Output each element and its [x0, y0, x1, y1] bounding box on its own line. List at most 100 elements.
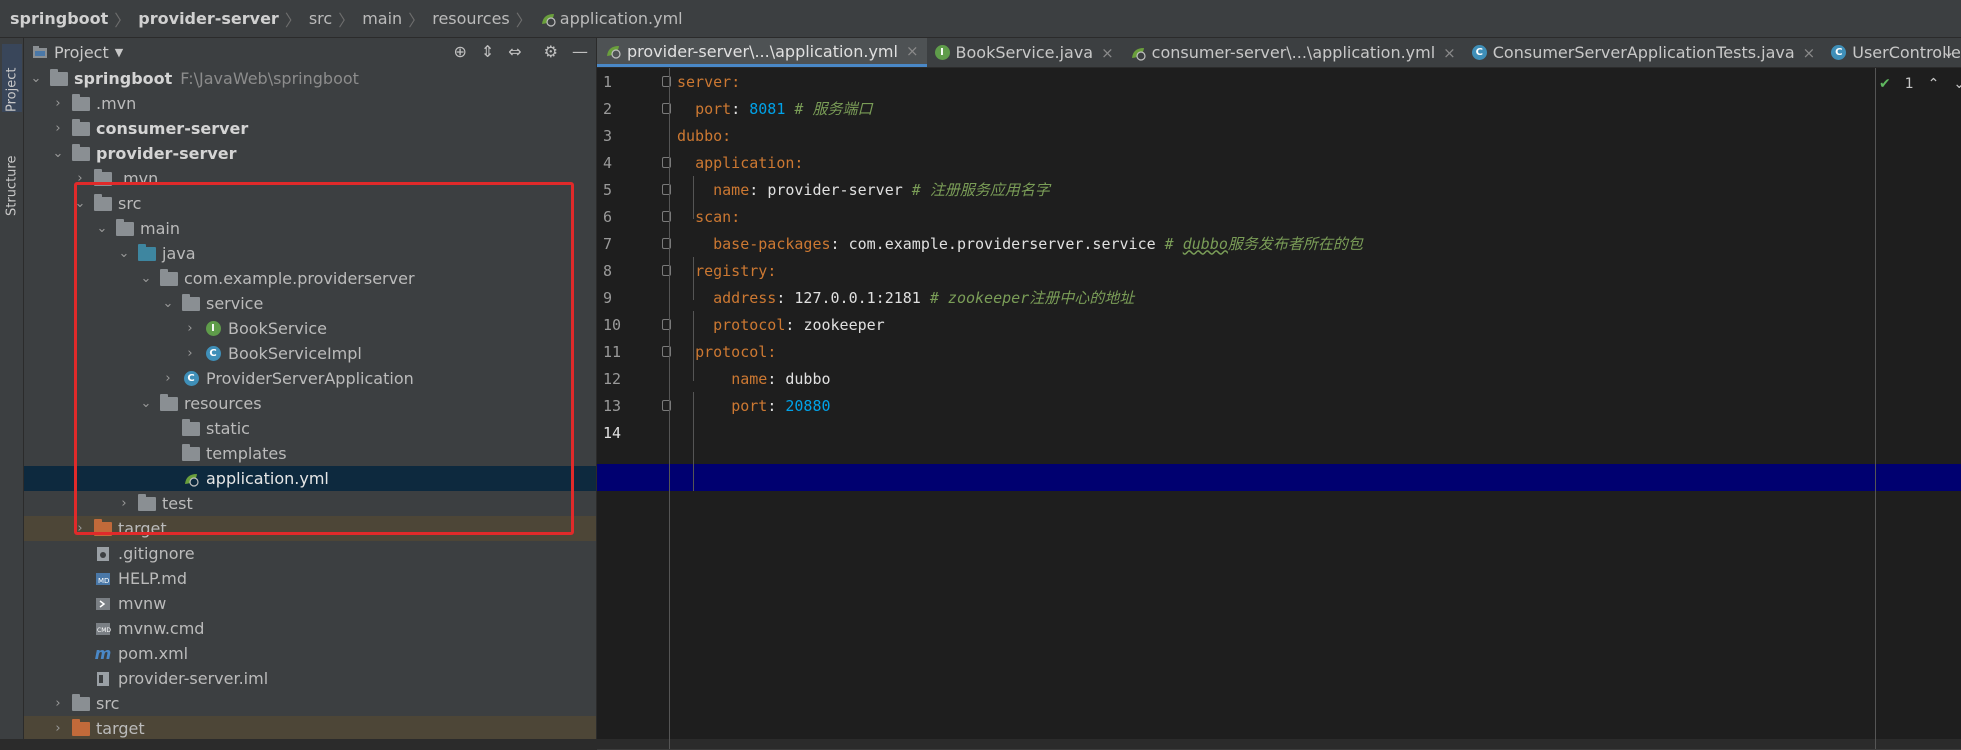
tree-node-package[interactable]: ⌄ com.example.providerserver [24, 266, 596, 291]
tab-consumer-application-yml[interactable]: consumer-server\...\application.yml × [1122, 38, 1464, 67]
svg-text:MD: MD [98, 577, 109, 585]
breadcrumb: springboot 〉 provider-server 〉 src 〉 main 〉 … [0, 0, 1961, 38]
structure-tool-tab-label: Structure [4, 155, 20, 216]
code-line-5[interactable]: name: provider-server # 注册服务应用名字 [677, 176, 1050, 203]
editor-tabs: provider-server\...\application.yml × I … [597, 38, 1961, 68]
close-icon[interactable]: × [1443, 44, 1456, 62]
tree-node-target[interactable]: › target [24, 516, 596, 541]
yaml-colon: : [830, 234, 849, 253]
tree-node-provider-server[interactable]: ⌄ provider-server [24, 141, 596, 166]
close-icon[interactable]: × [1101, 44, 1114, 62]
chevron-right-icon: › [55, 96, 61, 111]
chevron-down-icon: ⌄ [140, 271, 152, 286]
breadcrumb-item-src[interactable]: src [309, 9, 332, 28]
tree-node-mvnw[interactable]: mvnw [24, 591, 596, 616]
breadcrumb-item-springboot[interactable]: springboot [10, 9, 108, 28]
module-folder-icon [72, 143, 90, 162]
collapse-all-icon[interactable]: ⇔ [508, 42, 521, 61]
yaml-key: port [695, 99, 732, 118]
code-line-10[interactable]: protocol: zookeeper [677, 311, 885, 338]
tree-node-provider-server-iml[interactable]: provider-server.iml [24, 666, 596, 691]
tree-node-application-yml[interactable]: application.yml [24, 466, 596, 491]
yml-spring-icon [182, 471, 200, 487]
tree-node-src[interactable]: ⌄ src [24, 191, 596, 216]
tree-node-consumer-server[interactable]: › consumer-server [24, 116, 596, 141]
code-line-1[interactable]: server: [677, 68, 740, 95]
yaml-colon: : [767, 369, 786, 388]
expand-all-icon[interactable]: ⇕ [481, 42, 494, 61]
code-line-13[interactable]: port: 20880 [677, 392, 831, 419]
tab-provider-application-yml[interactable]: provider-server\...\application.yml × [597, 38, 927, 67]
tree-node-src[interactable]: › src [24, 691, 596, 716]
tree-node-label: templates [206, 444, 287, 463]
breadcrumb-item-resources[interactable]: resources [432, 9, 510, 28]
tab-usercontroller-java[interactable]: C UserController.java [1823, 38, 1961, 67]
chevron-down-icon[interactable]: ⌄ [1942, 42, 1955, 61]
project-view-selector[interactable]: Project ▼ [32, 43, 123, 62]
project-tool-tab[interactable]: Project [2, 44, 22, 112]
close-icon[interactable]: × [906, 42, 919, 60]
line-number: 4 [603, 153, 613, 172]
tree-node-main[interactable]: ⌄ main [24, 216, 596, 241]
tree-node-mvn[interactable]: › .mvn [24, 166, 596, 191]
inspection-widget[interactable]: ✔ 1 ⌃ ⌄ [1879, 76, 1961, 92]
tree-node-mvnw-cmd[interactable]: CMD mvnw.cmd [24, 616, 596, 641]
tab-consumerservertests-java[interactable]: C ConsumerServerApplicationTests.java × [1464, 38, 1823, 67]
tree-node-pom-xml[interactable]: m pom.xml [24, 641, 596, 666]
code-line-9[interactable]: address: 127.0.0.1:2181 # zookeeper注册中心的… [677, 284, 1134, 311]
tree-node-label: static [206, 419, 250, 438]
yaml-key: application [695, 153, 795, 172]
tree-node-label: provider-server.iml [118, 669, 269, 688]
breadcrumb-item-provider-server[interactable]: provider-server [138, 9, 279, 28]
breadcrumb-item-application-yml[interactable]: application.yml [540, 9, 683, 28]
yaml-number: 20880 [785, 396, 831, 415]
breadcrumb-label: springboot [10, 9, 109, 28]
tree-node-target[interactable]: › target [24, 716, 596, 739]
tree-node-label: .mvn [118, 169, 159, 188]
package-icon [182, 293, 200, 312]
gear-icon[interactable]: ⚙ [544, 42, 558, 61]
code-line-2[interactable]: port: 8081 # 服务端口 [677, 95, 872, 122]
code-line-3[interactable]: dubbo: [677, 122, 731, 149]
tree-node-resources[interactable]: ⌄ resources [24, 391, 596, 416]
tab-label: BookService.java [955, 43, 1094, 62]
code-line-6[interactable]: scan: [677, 203, 740, 230]
locate-target-icon[interactable]: ⊕ [453, 42, 466, 61]
tree-node-label: mvnw [118, 594, 167, 613]
hide-panel-icon[interactable]: — [572, 42, 588, 61]
tree-node-gitignore[interactable]: .gitignore [24, 541, 596, 566]
chevron-down-icon[interactable]: ⌄ [1953, 76, 1961, 92]
chevron-right-icon: › [55, 721, 61, 736]
code-line-12[interactable]: name: dubbo [677, 365, 830, 392]
tree-node-help-md[interactable]: MD HELP.md [24, 566, 596, 591]
code-line-7[interactable]: base-packages: com.example.providerserve… [677, 230, 1363, 257]
breadcrumb-item-main[interactable]: main [362, 9, 402, 28]
tab-bookservice-java[interactable]: I BookService.java × [927, 38, 1122, 67]
structure-tool-tab[interactable]: Structure [2, 128, 22, 216]
tree-node-springboot[interactable]: ⌄ springboot F:\JavaWeb\springboot [24, 66, 596, 91]
tree-node-label: .mvn [96, 94, 137, 113]
tab-label: consumer-server\...\application.yml [1151, 43, 1436, 62]
tree-node-bookserviceimpl[interactable]: › C BookServiceImpl [24, 341, 596, 366]
tree-node-service[interactable]: ⌄ service [24, 291, 596, 316]
tree-node-label: pom.xml [118, 644, 189, 663]
tree-node-mvn[interactable]: › .mvn [24, 91, 596, 116]
yaml-comment-typo: dubbo [1182, 234, 1228, 253]
excluded-folder-icon [72, 718, 90, 737]
tree-node-test[interactable]: › test [24, 491, 596, 516]
tree-node-java[interactable]: ⌄ java [24, 241, 596, 266]
chevron-up-icon[interactable]: ⌃ [1928, 76, 1940, 92]
tree-node-static[interactable]: static [24, 416, 596, 441]
code-line-8[interactable]: registry: [677, 257, 776, 284]
code-line-4[interactable]: application: [677, 149, 803, 176]
tree-node-providerserverapplication[interactable]: › C ProviderServerApplication [24, 366, 596, 391]
yaml-comment: # zookeeper注册中心的地址 [920, 289, 1135, 307]
tree-node-bookservice[interactable]: › I BookService [24, 316, 596, 341]
code-line-11[interactable]: protocol: [677, 338, 776, 365]
folder-icon [116, 218, 134, 237]
close-icon[interactable]: × [1803, 44, 1816, 62]
tree-node-templates[interactable]: templates [24, 441, 596, 466]
yaml-key: protocol [713, 315, 786, 334]
